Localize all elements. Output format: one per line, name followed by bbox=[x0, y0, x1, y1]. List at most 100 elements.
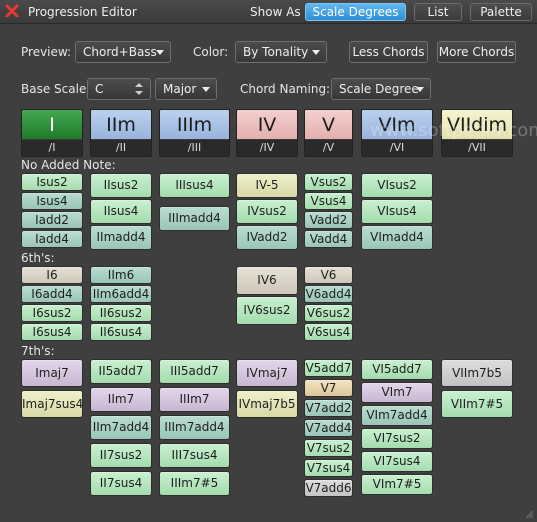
chevron-down-icon bbox=[312, 50, 320, 55]
chord-button[interactable]: II7sus2 bbox=[90, 443, 152, 468]
chord-button[interactable]: IVmaj7 bbox=[236, 359, 298, 387]
chord-button[interactable]: IIm7add4 bbox=[90, 415, 152, 440]
chord-naming-dropdown[interactable]: Scale Degree bbox=[331, 78, 431, 100]
chord-button[interactable]: V6sus4 bbox=[304, 323, 353, 341]
base-scale-mode-dropdown[interactable]: Major bbox=[155, 78, 217, 100]
chord-button[interactable]: IIsus4 bbox=[90, 199, 152, 224]
chord-button[interactable]: V7add6 bbox=[304, 479, 353, 497]
chord-button[interactable]: V7add2 bbox=[304, 399, 353, 417]
chord-button[interactable]: IVmaj7b5 bbox=[236, 390, 298, 418]
chord-button[interactable]: VIIm7#5 bbox=[441, 390, 513, 418]
chord-button[interactable]: VIm7#5 bbox=[361, 474, 433, 495]
chord-button[interactable]: IVsus2 bbox=[236, 199, 298, 224]
section-sixths: 6th's: bbox=[21, 251, 55, 265]
chord-button[interactable]: II7sus4 bbox=[90, 471, 152, 496]
chord-button[interactable]: IIImadd4 bbox=[159, 206, 230, 231]
chord-button[interactable]: Vsus4 bbox=[304, 192, 353, 210]
chord-button[interactable]: IImadd4 bbox=[90, 225, 152, 250]
chord-button[interactable]: Isus4 bbox=[21, 192, 83, 210]
chord-button[interactable]: Imaj7 bbox=[21, 359, 83, 387]
chord-button[interactable]: VImadd4 bbox=[361, 225, 433, 250]
chord-button[interactable]: VI7sus2 bbox=[361, 428, 433, 449]
degree-label: I bbox=[22, 110, 82, 140]
degree-IIIm[interactable]: IIIm /III bbox=[159, 109, 230, 157]
chord-button[interactable]: Vadd4 bbox=[304, 230, 353, 248]
chord-button[interactable]: I6add4 bbox=[21, 285, 83, 303]
chord-button[interactable]: Iadd2 bbox=[21, 211, 83, 229]
chord-button[interactable]: VI7sus4 bbox=[361, 451, 433, 472]
chord-button[interactable]: V7add4 bbox=[304, 419, 353, 437]
chord-button[interactable]: II6sus4 bbox=[90, 323, 152, 341]
chord-button[interactable]: IV6sus2 bbox=[236, 296, 298, 325]
degree-IIm[interactable]: IIm /II bbox=[90, 109, 152, 157]
chord-button[interactable]: V6add4 bbox=[304, 285, 353, 303]
chord-button[interactable]: VIsus4 bbox=[361, 199, 433, 224]
chord-button[interactable]: Vadd2 bbox=[304, 211, 353, 229]
show-as-label: Show As bbox=[250, 5, 301, 19]
preview-label: Preview: bbox=[21, 45, 72, 59]
close-icon[interactable] bbox=[5, 4, 19, 18]
resize-grip-icon[interactable] bbox=[524, 509, 534, 519]
more-chords-button[interactable]: More Chords bbox=[437, 41, 516, 63]
chord-button[interactable]: VIsus2 bbox=[361, 173, 433, 198]
chord-button[interactable]: VIm7 bbox=[361, 382, 433, 403]
chord-button[interactable]: IIsus2 bbox=[90, 173, 152, 198]
degree-bass: /IV bbox=[237, 140, 297, 156]
chord-button[interactable]: V5add7 bbox=[304, 359, 353, 377]
chord-button[interactable]: IIIm7 bbox=[159, 387, 230, 412]
chord-button[interactable]: IVadd2 bbox=[236, 225, 298, 250]
preview-value: Chord+Bass bbox=[83, 45, 157, 59]
chord-button[interactable]: IIIsus4 bbox=[159, 173, 230, 198]
chord-button[interactable]: III7sus4 bbox=[159, 443, 230, 468]
color-value: By Tonality bbox=[243, 45, 309, 59]
color-dropdown[interactable]: By Tonality bbox=[235, 41, 327, 63]
chevron-down-icon bbox=[156, 50, 164, 55]
degree-bass: /II bbox=[91, 140, 151, 156]
chord-button[interactable]: VIIm7b5 bbox=[441, 359, 513, 387]
chord-button[interactable]: Vsus2 bbox=[304, 173, 353, 191]
degree-label: V bbox=[305, 110, 352, 140]
list-button[interactable]: List bbox=[414, 3, 462, 21]
chord-button[interactable]: II6sus2 bbox=[90, 304, 152, 322]
degree-label: IV bbox=[237, 110, 297, 140]
color-label: Color: bbox=[193, 45, 229, 59]
chord-button[interactable]: Iadd4 bbox=[21, 230, 83, 248]
watermark: www.softpedia.com bbox=[370, 120, 537, 141]
chord-button[interactable]: IIm7 bbox=[90, 387, 152, 412]
base-scale-root-stepper[interactable]: C bbox=[87, 78, 151, 100]
palette-button[interactable]: Palette bbox=[470, 3, 532, 21]
chord-button[interactable]: II5add7 bbox=[90, 359, 152, 384]
chord-button[interactable]: IV6 bbox=[236, 266, 298, 295]
chord-button[interactable]: I6sus2 bbox=[21, 304, 83, 322]
chord-button[interactable]: IV-5 bbox=[236, 173, 298, 198]
chord-button[interactable]: IIIm7add4 bbox=[159, 415, 230, 440]
chord-button[interactable]: I6sus4 bbox=[21, 323, 83, 341]
degree-label: IIm bbox=[91, 110, 151, 140]
chord-button[interactable]: IIm6 bbox=[90, 266, 152, 284]
section-sevenths: 7th's: bbox=[21, 344, 55, 358]
degree-IV[interactable]: IV /IV bbox=[236, 109, 298, 157]
chord-button[interactable]: V7sus2 bbox=[304, 439, 353, 457]
degree-bass: /III bbox=[160, 140, 229, 156]
chord-button[interactable]: VIm7add4 bbox=[361, 405, 433, 426]
chord-button[interactable]: IIm6add4 bbox=[90, 285, 152, 303]
section-no-added-note: No Added Note: bbox=[21, 158, 116, 172]
chord-button[interactable]: V7 bbox=[304, 379, 353, 397]
degree-I[interactable]: I /I bbox=[21, 109, 83, 157]
chord-button[interactable]: V6 bbox=[304, 266, 353, 284]
chord-button[interactable]: V6sus2 bbox=[304, 304, 353, 322]
degree-bass: /I bbox=[22, 140, 82, 156]
less-chords-button[interactable]: Less Chords bbox=[349, 41, 428, 63]
preview-dropdown[interactable]: Chord+Bass bbox=[75, 41, 171, 63]
chord-button[interactable]: III5add7 bbox=[159, 359, 230, 384]
stepper-icon[interactable] bbox=[132, 81, 146, 97]
degree-label: IIIm bbox=[160, 110, 229, 140]
scale-degrees-button[interactable]: Scale Degrees bbox=[305, 3, 406, 21]
degree-V[interactable]: V /V bbox=[304, 109, 353, 157]
chord-button[interactable]: I6 bbox=[21, 266, 83, 284]
chord-button[interactable]: V7sus4 bbox=[304, 459, 353, 477]
chord-button[interactable]: IIIm7#5 bbox=[159, 471, 230, 496]
chord-button[interactable]: Isus2 bbox=[21, 173, 83, 191]
chord-button[interactable]: Imaj7sus4 bbox=[21, 390, 83, 418]
chord-button[interactable]: VI5add7 bbox=[361, 359, 433, 380]
